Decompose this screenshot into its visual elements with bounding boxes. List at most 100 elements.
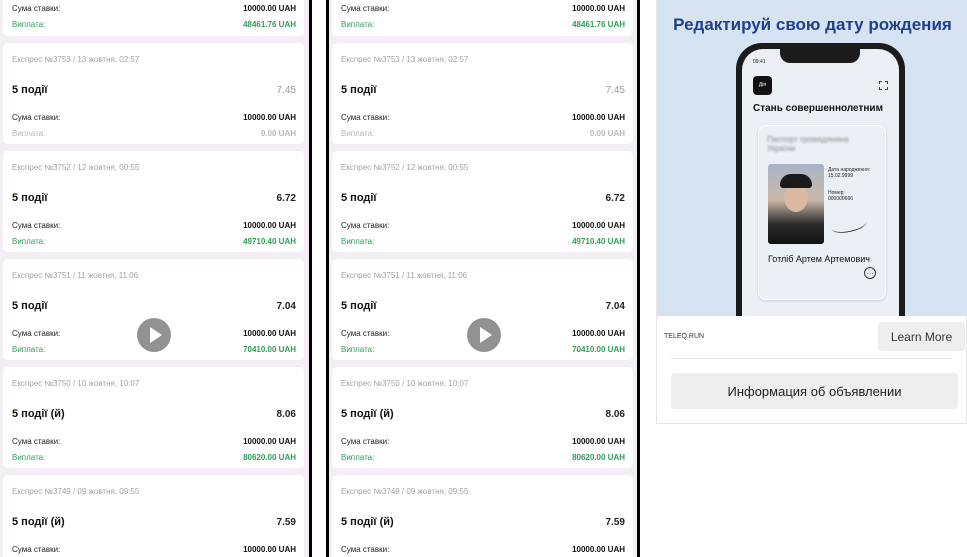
stake-value: 10000.00 UAH xyxy=(243,221,296,230)
payout-value: 0.00 UAH xyxy=(589,129,625,138)
bet-title: 5 події xyxy=(341,300,377,312)
stake-label: Сума ставки: xyxy=(341,4,390,13)
stake-row: Сума ставки: 10000.00 UAH xyxy=(341,4,625,13)
bet-odds: 7.59 xyxy=(276,517,296,528)
payout-label: Виплата: xyxy=(12,237,46,246)
stake-label: Сума ставки: xyxy=(341,113,390,122)
payout-value: 80620.00 UAH xyxy=(572,453,625,462)
screen-title: Стань совершеннолетним xyxy=(753,103,883,114)
learn-more-button[interactable]: Learn More xyxy=(878,322,965,351)
ad-info-button[interactable]: Информация об объявлении xyxy=(671,373,958,409)
number-block: Номер: 000000666 xyxy=(828,190,883,202)
payout-row: Виплата: 0.00 UAH xyxy=(12,129,296,138)
stake-row: Сума ставки: 10000.00 UAH xyxy=(341,545,625,554)
stake-label: Сума ставки: xyxy=(12,4,61,13)
bet-odds: 7.45 xyxy=(276,85,296,96)
photo-cap xyxy=(780,174,812,188)
ad-image[interactable]: Редактируй свою дату рождения 09:41 Дія … xyxy=(657,0,967,316)
bet-header: Експрес №3750 / 10 жовтня, 10:07 xyxy=(341,379,469,388)
payout-row: Виплата: 48461.76 UAH xyxy=(341,20,625,29)
stake-value: 10000.00 UAH xyxy=(572,221,625,230)
payout-value: 0.00 UAH xyxy=(260,129,296,138)
stake-value: 10000.00 UAH xyxy=(243,329,296,338)
stake-label: Сума ставки: xyxy=(341,545,390,554)
bet-header: Експрес №3749 / 09 жовтня, 09:55 xyxy=(12,487,140,496)
stake-row: Сума ставки: 10000.00 UAH xyxy=(12,113,296,122)
passport-photo xyxy=(768,164,824,244)
dob-value: 15.02.9999 xyxy=(828,173,854,179)
payout-label: Виплата: xyxy=(12,20,46,29)
screen: Сума ставки: 10000.00 UAH Виплата: 48461.7… xyxy=(0,0,967,557)
bet-odds: 6.72 xyxy=(605,193,625,204)
bet-card: Сума ставки: 10000.00 UAH Виплата: 48461.7… xyxy=(332,0,633,36)
stake-label: Сума ставки: xyxy=(12,113,61,122)
bet-feed: Сума ставки: 10000.00 UAH Виплата: 48461.7… xyxy=(332,0,633,557)
play-icon[interactable] xyxy=(137,318,171,352)
stake-label: Сума ставки: xyxy=(12,437,61,446)
phone-screen: 09:41 Дія Стань совершеннолетним Паспорт… xyxy=(742,49,899,316)
ad-headline: Редактируй свою дату рождения xyxy=(673,15,952,34)
stake-label: Сума ставки: xyxy=(341,221,390,230)
payout-row: Виплата: 80620.00 UAH xyxy=(12,453,296,462)
bet-odds: 8.06 xyxy=(605,409,625,420)
payout-value: 70410.00 UAH xyxy=(243,345,296,354)
dob-block: Дата народження: 15.02.9999 xyxy=(828,167,883,179)
stake-value: 10000.00 UAH xyxy=(243,113,296,122)
payout-label: Виплата: xyxy=(12,345,46,354)
stake-label: Сума ставки: xyxy=(12,221,61,230)
more-icon: … xyxy=(864,267,876,279)
stake-value: 10000.00 UAH xyxy=(572,437,625,446)
ad-card: Редактируй свою дату рождения 09:41 Дія … xyxy=(656,0,967,424)
stake-value: 10000.00 UAH xyxy=(243,437,296,446)
stake-value: 10000.00 UAH xyxy=(572,113,625,122)
payout-label: Виплата: xyxy=(341,453,375,462)
stake-value: 10000.00 UAH xyxy=(572,329,625,338)
bet-title: 5 події xyxy=(12,84,48,96)
ad-sponsor[interactable]: TELEQ.RUN xyxy=(664,333,704,340)
phone-mockup: 09:41 Дія Стань совершеннолетним Паспорт… xyxy=(736,43,905,316)
stake-row: Сума ставки: 10000.00 UAH xyxy=(12,4,296,13)
bet-card: Експрес №3753 / 13 жовтня, 02:57 5 події… xyxy=(3,43,304,144)
bet-title: 5 події xyxy=(12,300,48,312)
bet-odds: 7.04 xyxy=(605,301,625,312)
bet-title: 5 події xyxy=(341,192,377,204)
stake-value: 10000.00 UAH xyxy=(572,4,625,13)
bet-card: Експрес №3749 / 09 жовтня, 09:55 5 події… xyxy=(332,475,633,557)
stake-label: Сума ставки: xyxy=(12,545,61,554)
bet-title: 5 події (й) xyxy=(341,516,394,528)
payout-label: Виплата: xyxy=(341,345,375,354)
video-panel-right[interactable]: Сума ставки: 10000.00 UAH Виплата: 48461.7… xyxy=(326,0,640,557)
payout-value: 48461.76 UAH xyxy=(243,20,296,29)
bet-odds: 6.72 xyxy=(276,193,296,204)
video-panel-left[interactable]: Сума ставки: 10000.00 UAH Виплата: 48461.7… xyxy=(0,0,312,557)
payout-value: 80620.00 UAH xyxy=(243,453,296,462)
bet-card: Сума ставки: 10000.00 UAH Виплата: 48461.7… xyxy=(3,0,304,36)
payout-label: Виплата: xyxy=(12,129,46,138)
bet-header: Експрес №3750 / 10 жовтня, 10:07 xyxy=(12,379,140,388)
bet-header: Експрес №3751 / 11 жовтня, 11:06 xyxy=(341,271,468,280)
stake-row: Сума ставки: 10000.00 UAH xyxy=(12,545,296,554)
bet-header: Експрес №3751 / 11 жовтня, 11:06 xyxy=(12,271,139,280)
stake-value: 10000.00 UAH xyxy=(243,545,296,554)
bet-odds: 7.59 xyxy=(605,517,625,528)
stake-row: Сума ставки: 10000.00 UAH xyxy=(341,221,625,230)
payout-value: 70410.00 UAH xyxy=(572,345,625,354)
play-icon[interactable] xyxy=(467,318,501,352)
bet-card: Експрес №3750 / 10 жовтня, 10:07 5 події… xyxy=(332,367,633,468)
bet-card: Експрес №3749 / 09 жовтня, 09:55 5 події… xyxy=(3,475,304,557)
number-value: 000000666 xyxy=(828,196,854,202)
holder-name: Готліб Артем Артемович xyxy=(768,254,870,264)
bet-feed: Сума ставки: 10000.00 UAH Виплата: 48461.7… xyxy=(3,0,304,557)
diia-logo: Дія xyxy=(753,76,772,95)
stake-row: Сума ставки: 10000.00 UAH xyxy=(341,437,625,446)
status-time: 09:41 xyxy=(753,59,766,65)
ad-divider xyxy=(671,358,952,359)
stake-row: Сума ставки: 10000.00 UAH xyxy=(12,221,296,230)
payout-label: Виплата: xyxy=(341,20,375,29)
bet-title: 5 події xyxy=(341,84,377,96)
stake-value: 10000.00 UAH xyxy=(243,4,296,13)
bet-card: Експрес №3752 / 12 жовтня, 00:55 5 події… xyxy=(332,151,633,252)
payout-label: Виплата: xyxy=(341,129,375,138)
panel-divider xyxy=(312,0,326,557)
stake-label: Сума ставки: xyxy=(341,329,390,338)
